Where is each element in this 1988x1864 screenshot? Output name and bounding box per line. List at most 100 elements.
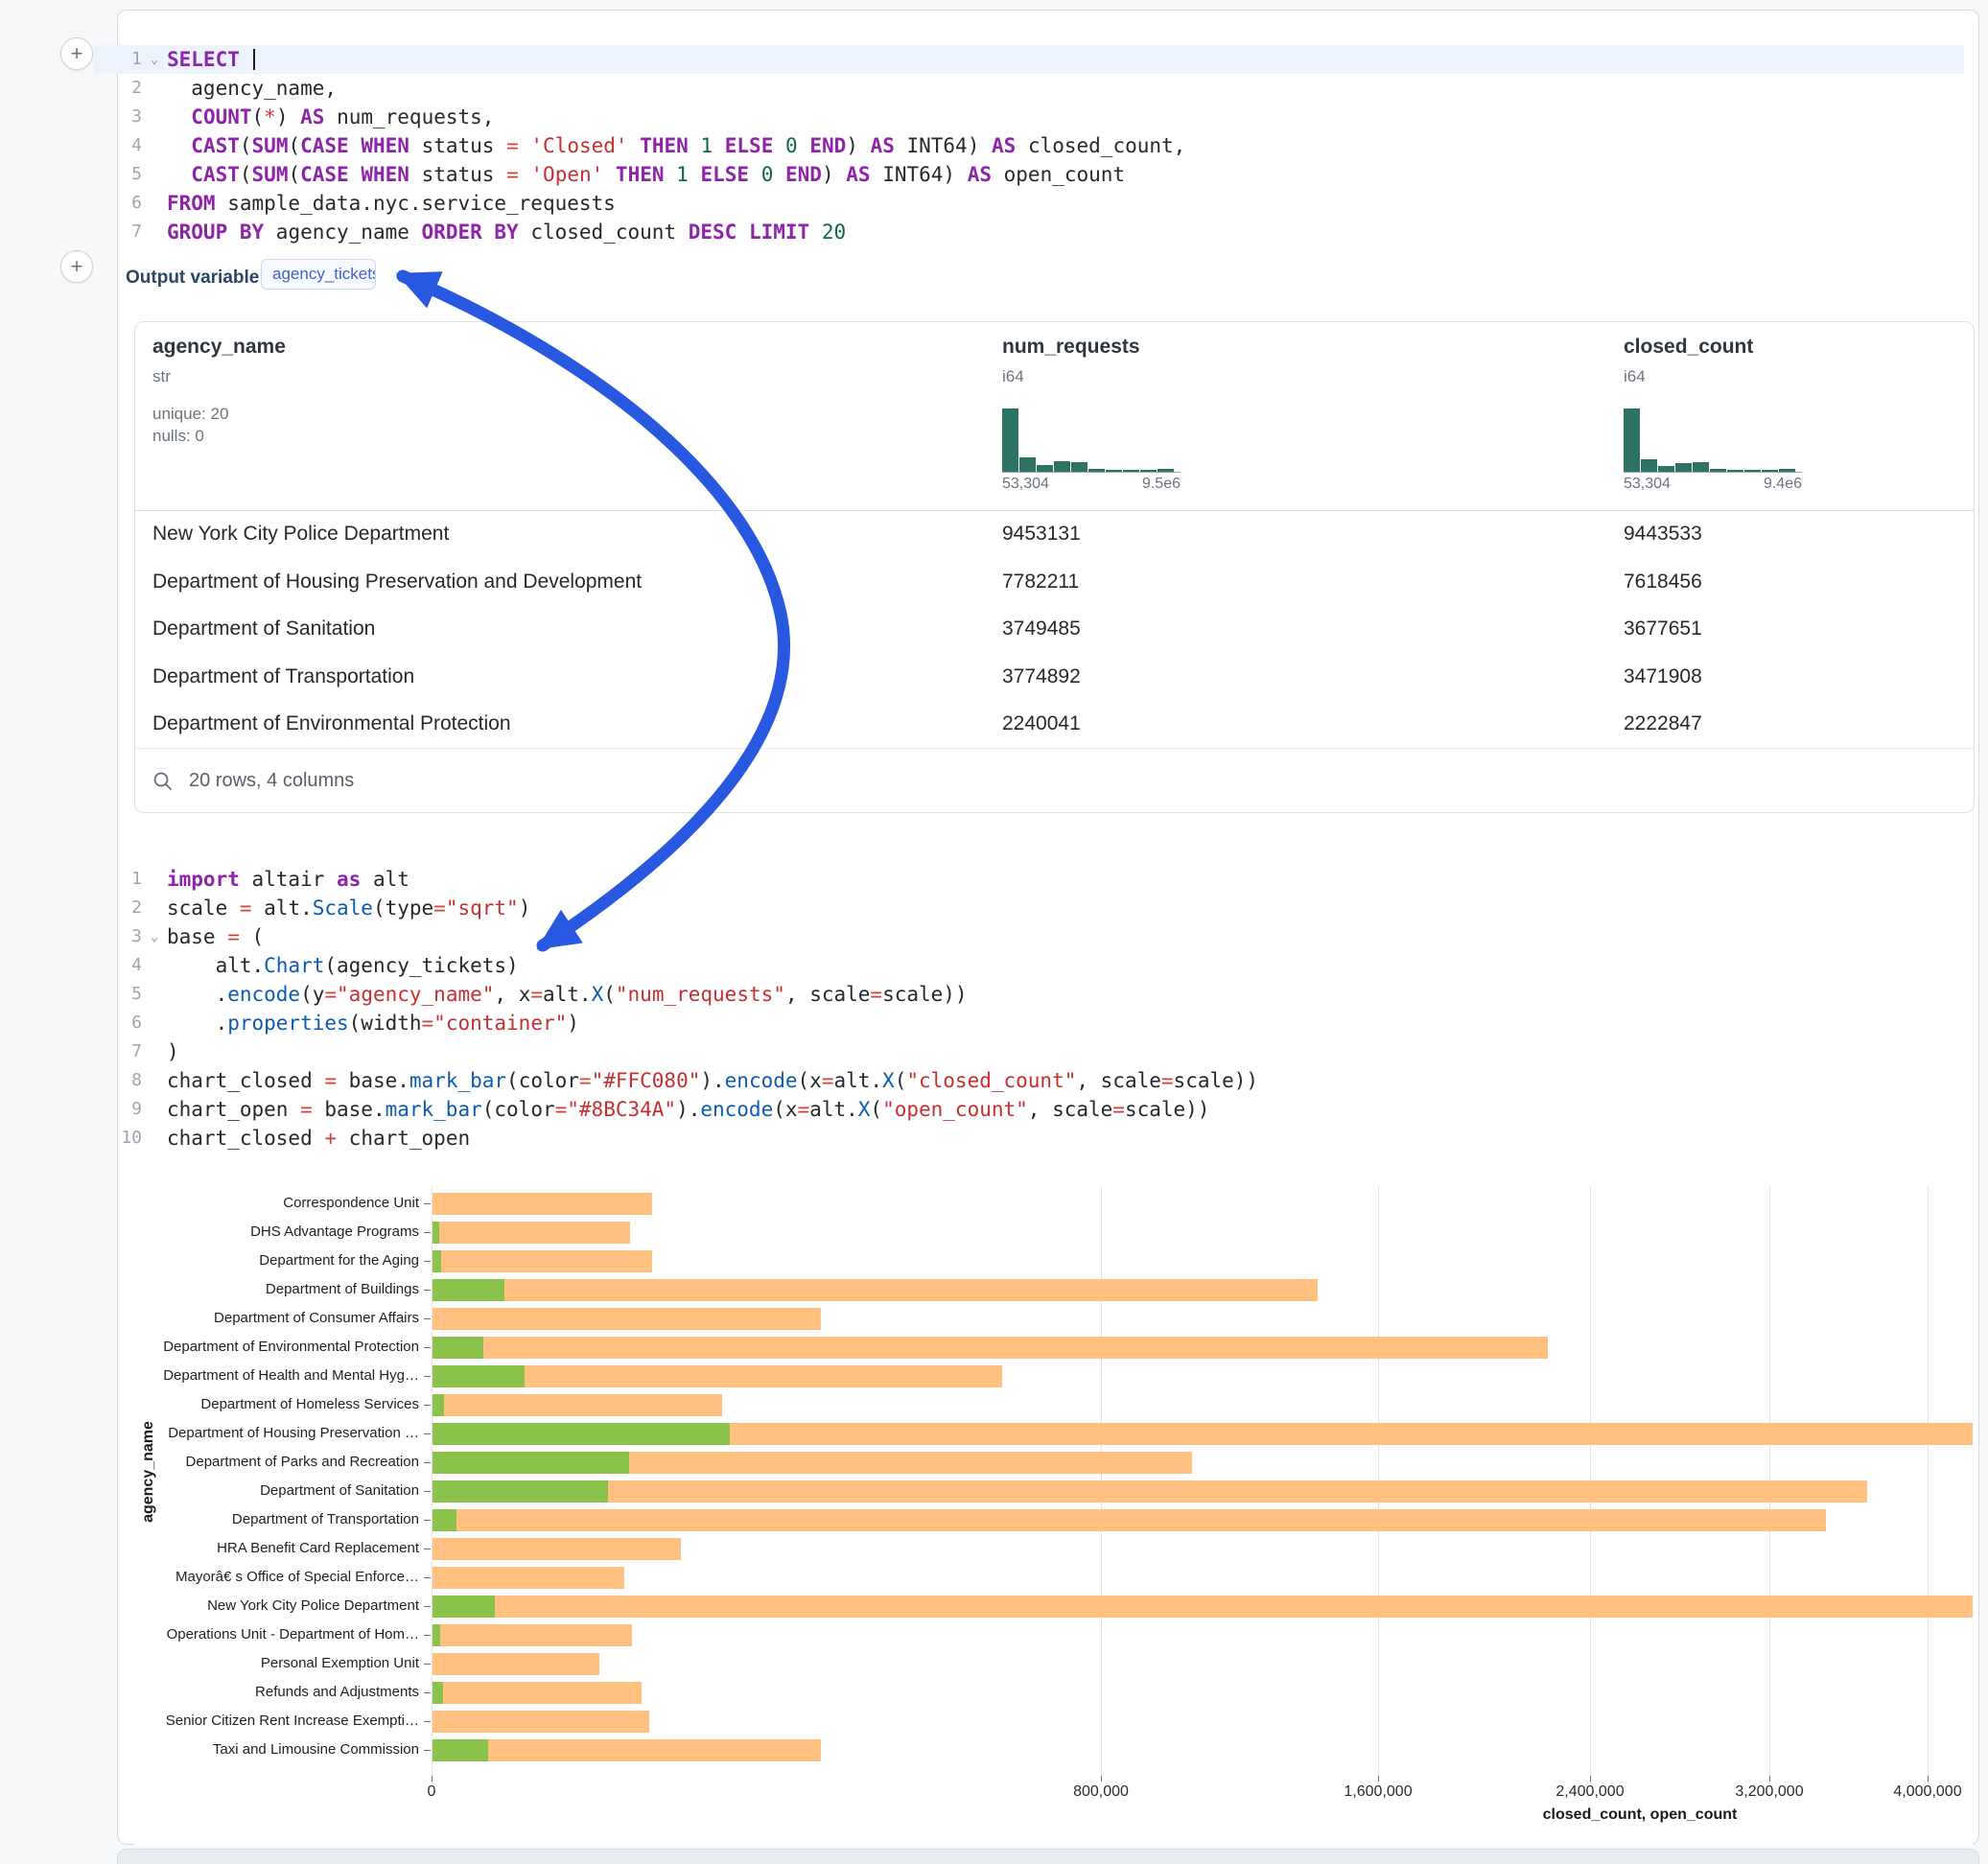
y-axis-label: Operations Unit - Department of Hom… bbox=[134, 1626, 419, 1643]
x-tick-label: 800,000 bbox=[1034, 1783, 1168, 1801]
table-row[interactable]: New York City Police Department945313194… bbox=[135, 510, 1974, 558]
code-text: .encode(y="agency_name", x=alt.X("num_re… bbox=[167, 980, 1964, 1009]
column-header[interactable]: agency_name bbox=[152, 336, 286, 359]
line-number: 1 bbox=[94, 45, 142, 74]
table-row[interactable]: Department of Housing Preservation and D… bbox=[135, 558, 1974, 606]
code-line[interactable]: 7) bbox=[94, 1037, 1964, 1066]
code-line[interactable]: 6FROM sample_data.nyc.service_requests bbox=[94, 189, 1964, 218]
code-text: CAST(SUM(CASE WHEN status = 'Open' THEN … bbox=[167, 160, 1964, 189]
column-meta: unique: 20 bbox=[152, 405, 228, 424]
code-line[interactable]: 4 alt.Chart(agency_tickets) bbox=[94, 951, 1964, 980]
code-line[interactable]: 7GROUP BY agency_name ORDER BY closed_co… bbox=[94, 218, 1964, 246]
search-icon[interactable] bbox=[152, 771, 174, 792]
histogram-bars bbox=[1624, 408, 1802, 473]
column-header[interactable]: num_requests bbox=[1002, 336, 1140, 359]
table-cell: 2240041 bbox=[1002, 700, 1081, 748]
code-line[interactable]: 8chart_closed = base.mark_bar(color="#FF… bbox=[94, 1066, 1964, 1095]
x-tick-label: 4,000,000 bbox=[1860, 1783, 1973, 1801]
y-axis-label: Department of Consumer Affairs bbox=[134, 1310, 419, 1326]
line-number: 2 bbox=[94, 74, 142, 103]
sql-cell[interactable]: 1⌄SELECT 2 agency_name,3 COUNT(*) AS num… bbox=[94, 45, 1964, 246]
table-cell: 9443533 bbox=[1624, 510, 1702, 558]
fold-chevron-icon[interactable]: ⌄ bbox=[142, 45, 167, 74]
code-line[interactable]: 2scale = alt.Scale(type="sqrt") bbox=[94, 894, 1964, 922]
y-tick bbox=[424, 1433, 431, 1434]
add-cell-button-middle[interactable]: + bbox=[60, 250, 93, 283]
code-line[interactable]: 9chart_open = base.mark_bar(color="#8BC3… bbox=[94, 1095, 1964, 1124]
column-header[interactable]: closed_count bbox=[1624, 336, 1753, 359]
gridline bbox=[1928, 1187, 1929, 1776]
fold-spacer bbox=[142, 1066, 167, 1095]
y-axis-label: Department of Health and Mental Hyg… bbox=[134, 1367, 419, 1384]
bar-chart: 0800,0001,600,0002,400,0003,200,0004,000… bbox=[134, 1179, 1973, 1846]
table-row[interactable]: Department of Transportation377489234719… bbox=[135, 653, 1974, 701]
column-type: str bbox=[152, 367, 171, 386]
histogram-bar bbox=[1658, 466, 1674, 472]
y-tick bbox=[424, 1635, 431, 1636]
x-axis-title: closed_count, open_count bbox=[1448, 1806, 1832, 1824]
y-tick bbox=[424, 1692, 431, 1693]
code-line[interactable]: 5 .encode(y="agency_name", x=alt.X("num_… bbox=[94, 980, 1964, 1009]
bar-closed_count bbox=[433, 1596, 1973, 1618]
output-variable-badge[interactable]: agency_tickets bbox=[261, 259, 376, 290]
table-summary: 20 rows, 4 columns bbox=[189, 749, 354, 812]
y-axis-label: Personal Exemption Unit bbox=[134, 1655, 419, 1671]
bar-closed_count bbox=[433, 1653, 599, 1675]
line-number: 1 bbox=[94, 865, 142, 894]
text-cursor bbox=[253, 49, 255, 70]
code-line[interactable]: 6 .properties(width="container") bbox=[94, 1009, 1964, 1037]
python-cell[interactable]: 1import altair as alt2scale = alt.Scale(… bbox=[94, 865, 1964, 1153]
table-cell: 9453131 bbox=[1002, 510, 1081, 558]
table-row[interactable]: Department of Sanitation37494853677651 bbox=[135, 605, 1974, 653]
histogram-bars bbox=[1002, 408, 1181, 473]
bar-closed_count bbox=[433, 1509, 1826, 1531]
add-cell-button-top[interactable]: + bbox=[60, 37, 93, 70]
code-line[interactable]: 4 CAST(SUM(CASE WHEN status = 'Closed' T… bbox=[94, 131, 1964, 160]
y-tick bbox=[424, 1290, 431, 1291]
bar-closed_count bbox=[433, 1308, 821, 1330]
code-text: .properties(width="container") bbox=[167, 1009, 1964, 1037]
histogram-bar bbox=[1693, 462, 1709, 472]
bar-open_count bbox=[433, 1682, 443, 1704]
table-cell: 7618456 bbox=[1624, 558, 1702, 606]
code-line[interactable]: 3 COUNT(*) AS num_requests, bbox=[94, 103, 1964, 131]
plus-icon: + bbox=[71, 256, 83, 277]
line-number: 3 bbox=[94, 922, 142, 951]
table-cell: Department of Housing Preservation and D… bbox=[152, 558, 642, 606]
histogram-bar bbox=[1054, 461, 1070, 472]
y-axis-label: Department of Parks and Recreation bbox=[134, 1454, 419, 1470]
y-axis-label: Mayorâ€ s Office of Special Enforce… bbox=[134, 1569, 419, 1585]
column-type: i64 bbox=[1624, 367, 1646, 386]
histogram-bar bbox=[1140, 470, 1157, 472]
line-number: 7 bbox=[94, 1037, 142, 1066]
y-tick bbox=[424, 1750, 431, 1751]
code-line[interactable]: 10chart_closed + chart_open bbox=[94, 1124, 1964, 1153]
collapsed-cell[interactable] bbox=[117, 1849, 1979, 1864]
histogram-bar bbox=[1123, 470, 1139, 472]
code-text: chart_closed = base.mark_bar(color="#FFC… bbox=[167, 1066, 1964, 1095]
line-number: 3 bbox=[94, 103, 142, 131]
y-axis-label: New York City Police Department bbox=[134, 1597, 419, 1614]
fold-spacer bbox=[142, 131, 167, 160]
code-line[interactable]: 3⌄base = ( bbox=[94, 922, 1964, 951]
x-tick-label: 2,400,000 bbox=[1523, 1783, 1657, 1801]
code-text: agency_name, bbox=[167, 74, 1964, 103]
code-line[interactable]: 1import altair as alt bbox=[94, 865, 1964, 894]
fold-chevron-icon[interactable]: ⌄ bbox=[142, 922, 167, 951]
y-tick bbox=[424, 1232, 431, 1233]
code-line[interactable]: 5 CAST(SUM(CASE WHEN status = 'Open' THE… bbox=[94, 160, 1964, 189]
histogram-bar bbox=[1002, 408, 1018, 472]
code-line[interactable]: 1⌄SELECT bbox=[94, 45, 1964, 74]
table-cell: Department of Environmental Protection bbox=[152, 700, 511, 748]
table-cell: 2222847 bbox=[1624, 700, 1702, 748]
bar-open_count bbox=[433, 1337, 483, 1359]
code-text: FROM sample_data.nyc.service_requests bbox=[167, 189, 1964, 218]
fold-spacer bbox=[142, 865, 167, 894]
code-line[interactable]: 2 agency_name, bbox=[94, 74, 1964, 103]
histogram-bar bbox=[1019, 457, 1036, 472]
bar-open_count bbox=[433, 1365, 525, 1387]
y-tick bbox=[424, 1577, 431, 1578]
table-row[interactable]: Department of Environmental Protection 22… bbox=[135, 700, 1974, 748]
histogram-bar bbox=[1106, 470, 1122, 472]
line-number: 9 bbox=[94, 1095, 142, 1124]
